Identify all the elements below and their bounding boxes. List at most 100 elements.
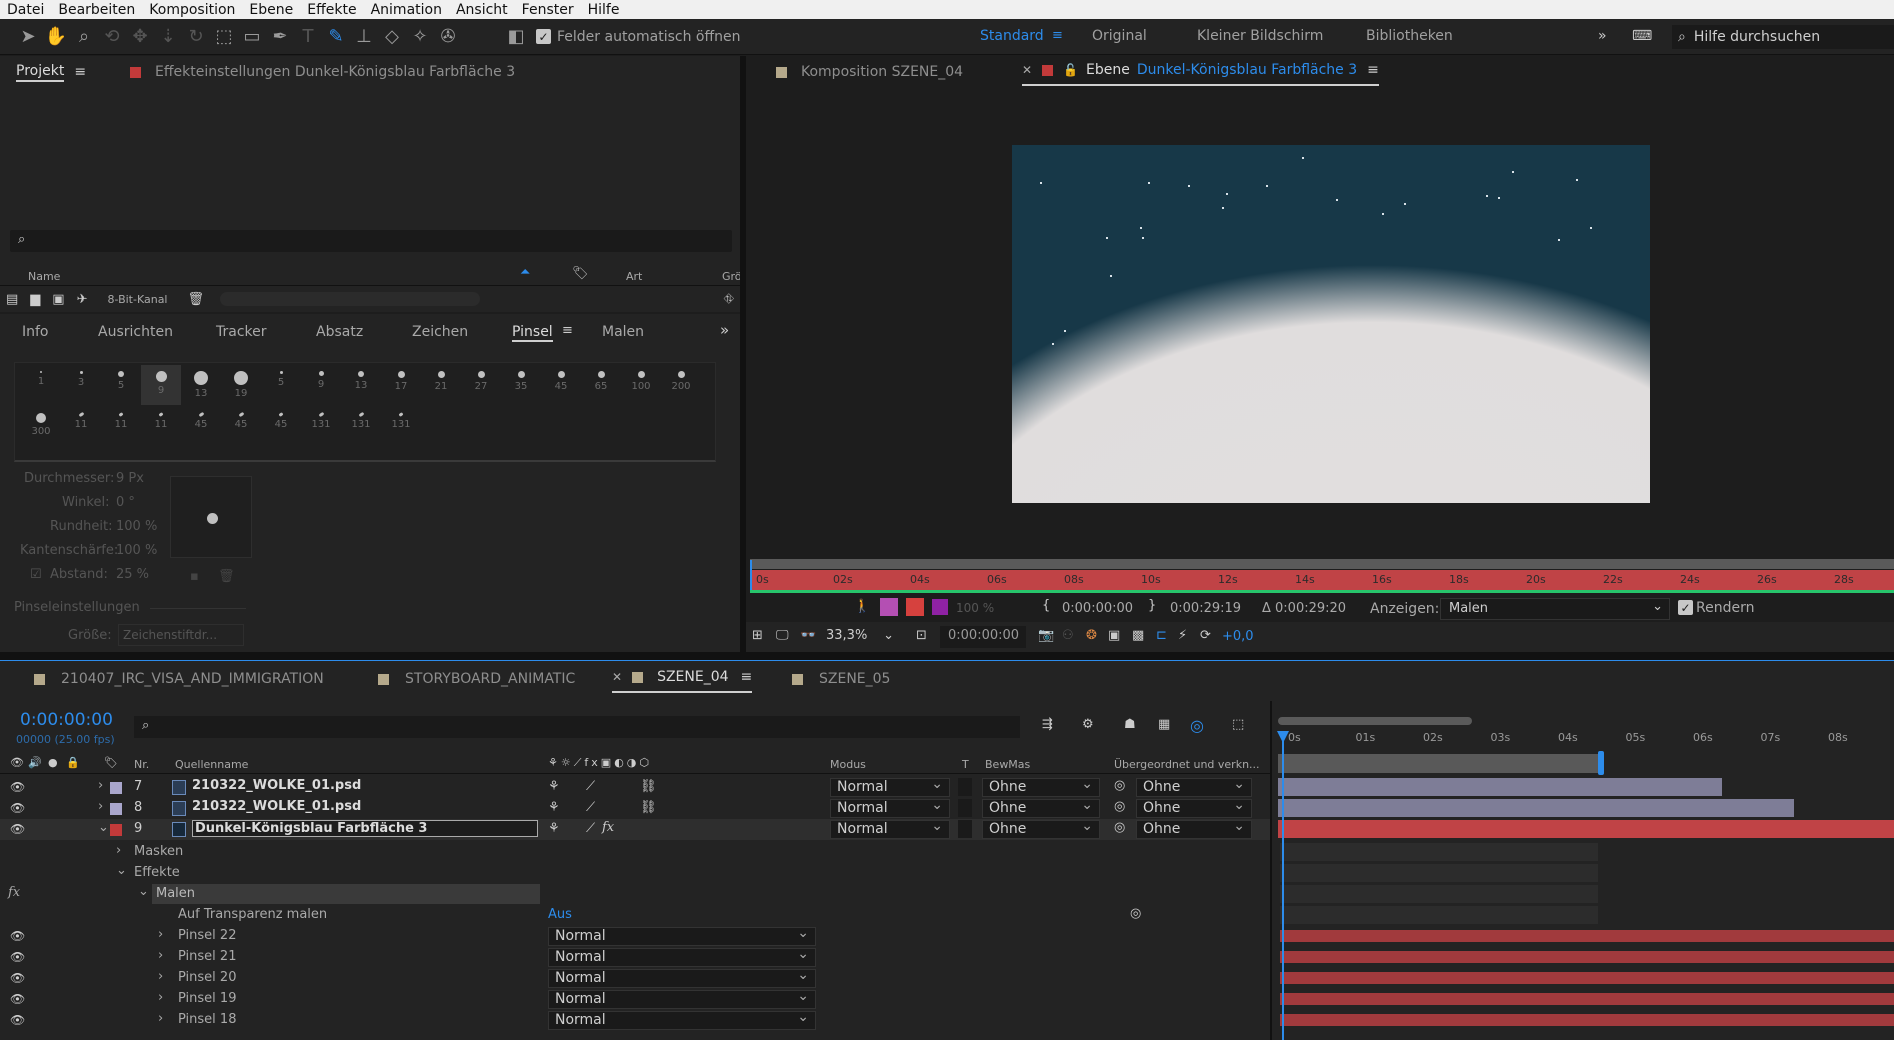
mode-dropdown[interactable]: Normal [830,797,950,818]
interpret-footage-icon[interactable]: ▤ [6,292,18,307]
tab-paint[interactable]: Malen [602,324,644,340]
in-point-icon[interactable]: { [1042,598,1050,613]
timeline-current-time[interactable]: 0:00:00:00 [20,710,113,730]
tab-effect-controls[interactable]: Effekteinstellungen Dunkel-Königsblau Fa… [130,56,515,88]
in-time[interactable]: 0:00:00:00 [1062,601,1133,616]
eye-icon[interactable]: 👁 [10,1013,25,1027]
tab-composition[interactable]: Komposition SZENE_04 [776,56,963,88]
monitor-icon[interactable]: 🖵 [776,628,789,643]
brush-preset[interactable]: 45 [181,407,221,447]
chevron-down-icon[interactable]: ⌄ [116,863,127,878]
fast-previews-icon[interactable]: ⚡ [1178,628,1187,643]
pen-tool-icon[interactable]: ✒ [266,23,294,51]
render-checkbox[interactable]: ✓ [1678,600,1693,616]
new-comp-icon[interactable]: ▣ [52,292,64,307]
spacing-checkbox[interactable]: ☑ [30,567,42,582]
onion-skin-icon[interactable] [880,598,898,616]
brush-preset[interactable]: 300 [21,407,61,447]
layer-label-swatch[interactable] [110,803,122,815]
chevron-right-icon[interactable]: › [98,799,103,814]
panel-menu-icon[interactable]: ≡ [1367,62,1379,78]
brush-preset[interactable]: 13 [341,365,381,405]
chevron-right-icon[interactable]: › [158,969,163,984]
layer-duration-bar[interactable] [1278,799,1794,817]
shy-switch-icon[interactable]: ⚘ [548,800,560,815]
delete-icon[interactable]: 🗑 [188,292,205,307]
diameter-value[interactable]: 9 Px [116,471,144,486]
fx-switch-icon[interactable]: fx [602,820,614,835]
comp-mini-flowchart-icon[interactable]: ⇶ [1042,717,1053,732]
col-mode[interactable]: Modus [830,758,866,771]
brush-preset[interactable]: 17 [381,365,421,405]
timeline-ruler[interactable]: 0s01s02s03s04s05s06s07s08s09 [1276,725,1894,755]
brush-preset[interactable]: 11 [141,407,181,447]
chevron-right-icon[interactable]: › [116,843,121,858]
brush-tool-icon[interactable]: ✎ [322,23,350,51]
panel-menu-icon[interactable]: ≡ [74,64,86,80]
help-search[interactable]: ⌕ Hilfe durchsuchen [1672,25,1894,49]
more-workspaces-icon[interactable]: » [1598,28,1607,44]
selection-tool-icon[interactable]: ➤ [14,23,42,51]
tab-align[interactable]: Ausrichten [98,324,173,340]
layer-row[interactable]: 👁 ⌄ 9 Dunkel-Königsblau Farbfläche 3 ⚘ ⟋ fx Nor… [0,818,1270,840]
label-tag-icon[interactable]: 🏷 [572,266,589,281]
chevron-right-icon[interactable]: › [98,778,103,793]
layer-row[interactable]: 👁 › 7 210322_WOLKE_01.psd ⚘ ⟋ ⛓ Normal Ohne ◎ Ohne [0,776,1270,798]
stroke-duration-bar[interactable] [1280,1014,1894,1026]
tab-tracker[interactable]: Tracker [216,324,267,340]
shy-switch-icon[interactable]: ⚘ [548,821,560,836]
timeline-playhead[interactable] [1282,731,1284,1040]
new-folder-icon[interactable]: ▆ [30,292,40,307]
tab-brushes[interactable]: Pinsel [512,324,553,342]
layer-duration-bar[interactable] [1278,778,1722,796]
zoom-dropdown[interactable]: 33,3% ⌄ [822,626,896,648]
solo-switch-icon[interactable]: ● [48,756,58,769]
panel-menu-icon[interactable]: ≡ [562,323,573,338]
brush-preset[interactable]: 3 [61,365,101,405]
motion-blur-icon[interactable]: ◎ [1190,716,1204,735]
brush-preset[interactable]: 27 [461,365,501,405]
eye-icon[interactable]: 👁 [10,822,25,836]
more-tabs-icon[interactable]: » [720,321,729,339]
quality-switch-icon[interactable]: ⟋ [586,821,595,836]
layer-name[interactable]: Dunkel-Königsblau Farbfläche 3 [192,820,538,837]
masks-row[interactable]: › Masken [0,842,1270,863]
workspace-libraries[interactable]: Bibliotheken [1366,28,1453,44]
brush-preset[interactable]: 1 [21,365,61,405]
safe-zones-icon[interactable]: ⊡ [916,628,927,643]
shy-switch-icon[interactable]: ⚘ [548,779,560,794]
brush-preset[interactable]: 19 [221,365,261,405]
brush-preset[interactable]: 11 [61,407,101,447]
paint-color-swatch[interactable] [932,599,948,615]
vr-icon[interactable]: 👓 [800,628,816,643]
project-search-input[interactable]: ⌕ [10,230,732,252]
layer-duration-bar[interactable] [1278,820,1894,838]
quality-switch-icon[interactable]: ⟋ [586,800,595,815]
chevron-down-icon[interactable]: ⌄ [98,820,109,835]
close-tab-icon[interactable]: ✕ [612,670,622,684]
col-source-name[interactable]: Quellenname [175,758,248,771]
tab-info[interactable]: Info [22,324,49,340]
layer-controls-icon[interactable]: ⊏ [1156,628,1167,643]
clone-stamp-tool-icon[interactable]: ⊥ [350,23,378,51]
sort-ascending-icon[interactable]: ⏶ [520,265,530,280]
tab-szene-04[interactable]: ✕ SZENE_04 ≡ [612,663,753,693]
menu-ebene[interactable]: Ebene [242,2,300,18]
label-tag-icon[interactable]: 🏷 [104,756,118,769]
layer-name[interactable]: 210322_WOLKE_01.psd [192,778,361,793]
flowchart-icon[interactable]: ⛗ [724,292,734,307]
roto-brush-tool-icon[interactable]: ✧ [406,23,434,51]
viewer-time-navigator[interactable] [750,559,1894,569]
brush-preset[interactable]: 45 [221,407,261,447]
frame-blending-icon[interactable]: ▦ [1158,717,1170,732]
preserve-transparency-toggle[interactable] [958,799,972,817]
chevron-right-icon[interactable]: › [158,927,163,942]
show-dropdown[interactable]: Malen ⌄ [1440,598,1670,620]
quality-switch-icon[interactable]: ⟋ [586,779,595,794]
preserve-transparency-toggle[interactable] [958,820,972,838]
track-matte-dropdown[interactable]: Ohne [982,818,1100,839]
brush-preset[interactable]: 131 [341,407,381,447]
delete-brush-icon[interactable]: 🗑 [218,569,235,584]
orbit-tool-icon[interactable]: ⟲ [98,23,126,51]
out-point-icon[interactable]: } [1148,598,1156,613]
